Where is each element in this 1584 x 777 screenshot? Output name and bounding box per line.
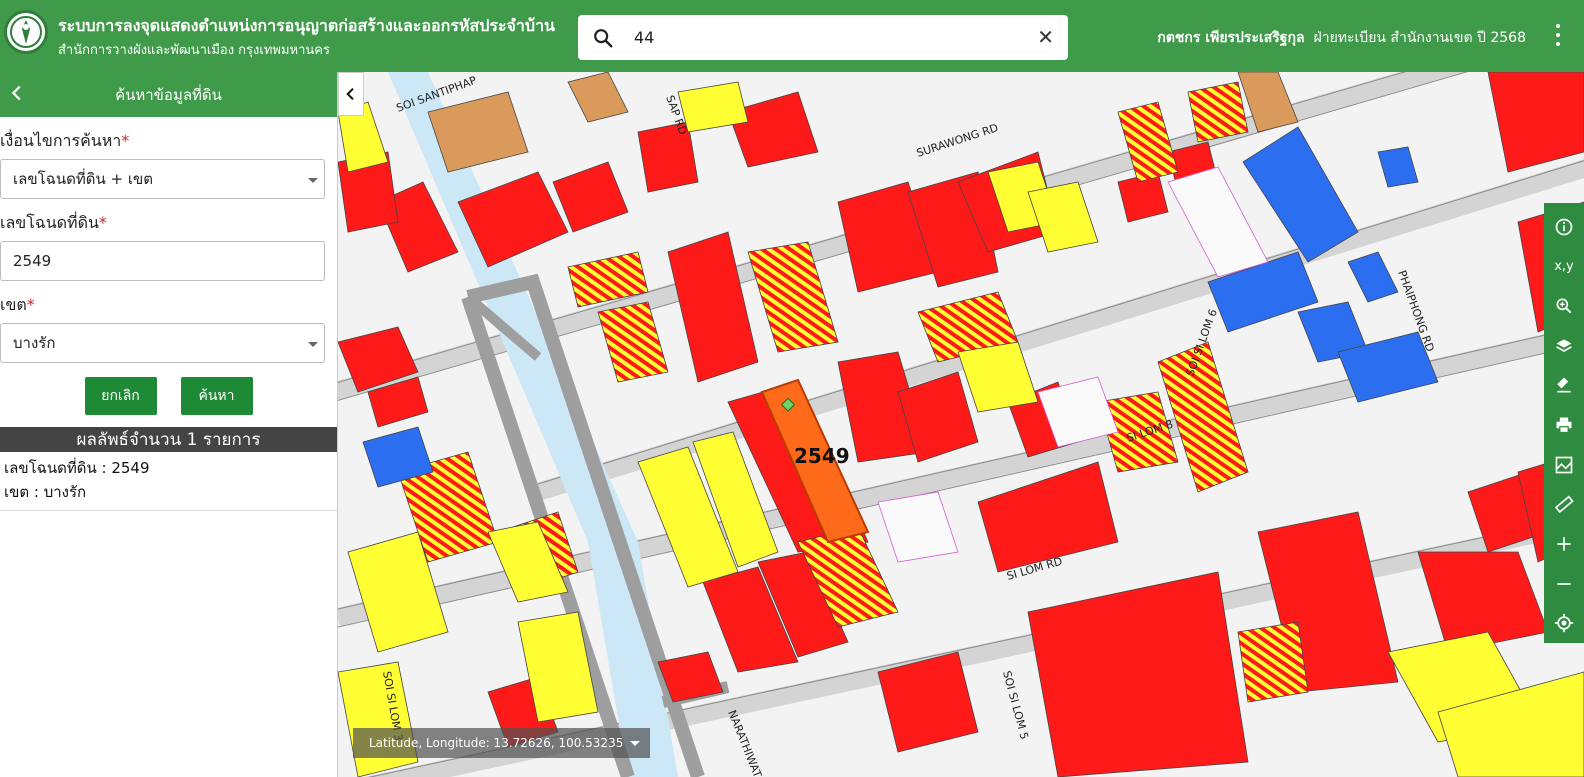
condition-label: เงื่อนไขการค้นหา*: [0, 131, 130, 150]
search-input[interactable]: [632, 27, 1012, 48]
search-box: ✕: [578, 15, 1068, 60]
user-info: กตชกร เพียรประเสริฐกุล ฝ่ายทะเบียน สำนัก…: [1157, 27, 1526, 49]
action-buttons: ยกเลิก ค้นหา: [0, 377, 337, 415]
layers-icon: [1556, 339, 1572, 352]
app-header: ระบบการลงจุดแสดงตำแหน่งการอนุญาตก่อสร้าง…: [0, 0, 1584, 72]
dropdown-caret-icon: [308, 178, 318, 183]
eraser-tool[interactable]: [1544, 366, 1584, 406]
result-district: เขต : บางรัก: [4, 483, 87, 501]
minus-icon: [1557, 582, 1571, 585]
back-chevron-icon[interactable]: [6, 82, 28, 104]
required-mark: *: [98, 213, 107, 232]
layers-tool[interactable]: [1544, 326, 1584, 366]
zoom-out-tool[interactable]: [1544, 564, 1584, 604]
coordinate-readout[interactable]: Latitude, Longitude: 13.72626, 100.53235: [353, 728, 650, 758]
user-department: ฝ่ายทะเบียน สำนักงานเขต ปี 2568: [1313, 30, 1527, 46]
sidebar-header: ค้นหาข้อมูลที่ดิน: [0, 72, 337, 117]
dropdown-caret-icon: [308, 342, 318, 347]
cancel-button[interactable]: ยกเลิก: [84, 377, 157, 415]
district-select[interactable]: บางรัก: [0, 323, 325, 363]
plus-icon: [1557, 537, 1571, 551]
parcel-label: 2549: [794, 444, 850, 468]
deed-label: เลขโฉนดที่ดิน*: [0, 213, 107, 232]
zoom-search-tool[interactable]: [1544, 286, 1584, 326]
bma-logo-icon: [4, 10, 48, 54]
required-mark: *: [26, 295, 35, 314]
coordinate-text: Latitude, Longitude: 13.72626, 100.53235: [369, 736, 624, 750]
ruler-icon: [1554, 495, 1574, 514]
map-canvas[interactable]: SURAWONG RD SI LOM RD PHAIPHONG RD SAP R…: [338, 72, 1584, 777]
app-title: ระบบการลงจุดแสดงตำแหน่งการอนุญาตก่อสร้าง…: [58, 16, 555, 35]
condition-select[interactable]: เลขโฉนดที่ดิน + เขต: [0, 159, 325, 199]
more-menu-icon[interactable]: [1556, 24, 1562, 46]
result-summary: ผลลัพธ์จำนวน 1 รายการ: [0, 427, 337, 452]
search-sidebar: ค้นหาข้อมูลที่ดิน เงื่อนไขการค้นหา* เลขโ…: [0, 72, 338, 777]
result-item[interactable]: เลขโฉนดที่ดิน : 2549 เขต : บางรัก: [0, 452, 337, 511]
measure-tool[interactable]: [1544, 484, 1584, 524]
search-button[interactable]: ค้นหา: [180, 377, 253, 415]
xy-tool[interactable]: x,y: [1544, 247, 1584, 287]
clear-search-icon[interactable]: ✕: [1037, 25, 1054, 49]
app-subtitle: สำนักการวางผังและพัฒนาเมือง กรุงเทพมหานค…: [58, 43, 330, 58]
print-icon: [1556, 417, 1572, 434]
collapse-sidebar-button[interactable]: [338, 72, 364, 116]
deed-number-input[interactable]: 2549: [0, 241, 325, 281]
zoom-in-tool[interactable]: [1544, 524, 1584, 564]
map-image-icon: [1555, 456, 1573, 473]
info-icon: [1555, 218, 1573, 236]
required-mark: *: [121, 131, 130, 150]
district-value: บางรัก: [13, 334, 56, 352]
chevron-left-icon: [346, 87, 354, 101]
info-tool[interactable]: [1544, 207, 1584, 247]
eraser-icon: [1557, 377, 1571, 393]
deed-number-value: 2549: [13, 252, 52, 270]
zoom-search-icon: [1556, 298, 1572, 314]
result-deed: เลขโฉนดที่ดิน : 2549: [4, 459, 150, 477]
sidebar-title: ค้นหาข้อมูลที่ดิน: [115, 85, 222, 104]
crosshair-icon: [1554, 614, 1574, 633]
coordinate-caret-icon: [630, 741, 640, 746]
print-tool[interactable]: [1544, 405, 1584, 445]
search-icon[interactable]: [592, 27, 614, 49]
locate-tool[interactable]: [1544, 603, 1584, 643]
user-name: กตชกร เพียรประเสริฐกุล: [1157, 30, 1305, 46]
district-label: เขต*: [0, 295, 35, 314]
map-toolbar: x,y: [1544, 203, 1584, 643]
map-export-tool[interactable]: [1544, 445, 1584, 485]
condition-value: เลขโฉนดที่ดิน + เขต: [13, 170, 153, 188]
